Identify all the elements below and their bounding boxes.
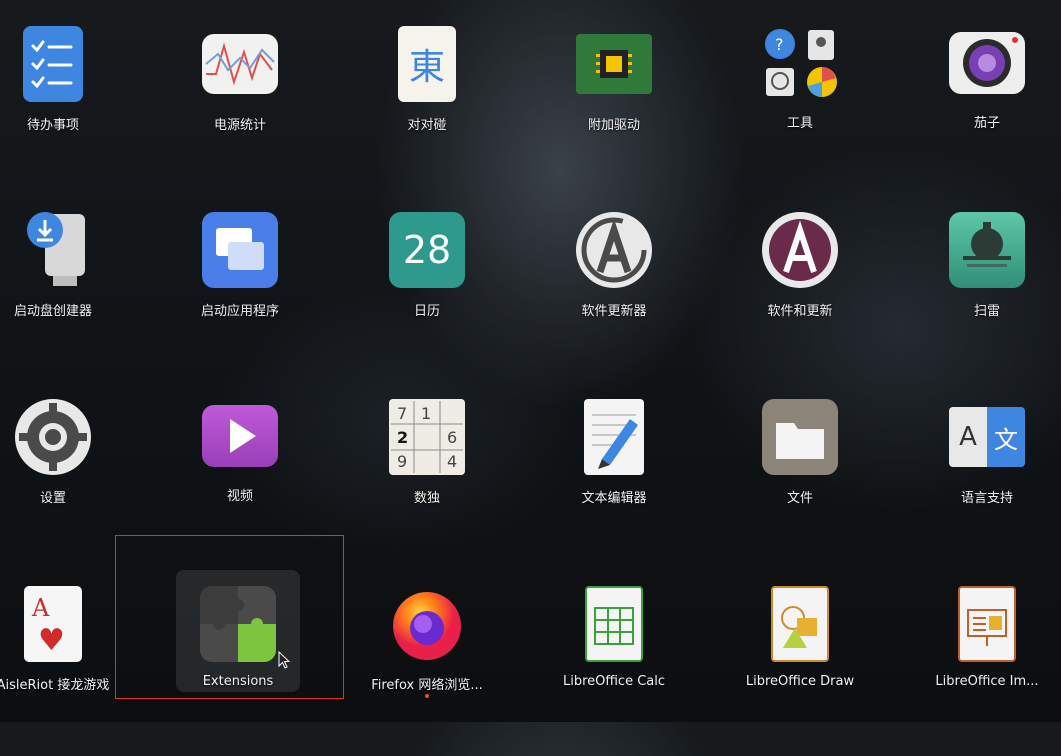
usb-drive-icon [15, 212, 91, 288]
svg-text:1: 1 [421, 404, 431, 423]
software-updates-icon [762, 212, 838, 288]
app-label: 扫雷 [973, 304, 1000, 319]
sudoku-grid-icon: 71 2 6 9 4 [389, 399, 465, 475]
app-label: 启动应用程序 [200, 304, 279, 319]
app-aisleriot[interactable]: A ♥ AisleRiot 接龙游戏 [0, 586, 128, 756]
app-label: 茄子 [973, 116, 1000, 131]
app-label: 软件更新器 [581, 304, 647, 319]
app-label: 待办事项 [26, 118, 79, 133]
app-startup-disk-creator[interactable]: 启动盘创建器 [0, 212, 128, 382]
app-software-updater[interactable]: 软件更新器 [539, 212, 689, 382]
svg-text:9: 9 [397, 452, 407, 471]
svg-text:6: 6 [447, 428, 457, 447]
app-utilities[interactable]: ? 工具 [725, 26, 875, 196]
utilities-folder-icon: ? [762, 26, 838, 102]
app-cheese[interactable]: 茄子 [912, 26, 1061, 196]
app-label: LibreOffice Im... [935, 674, 1039, 689]
app-mahjong[interactable]: 東 对对碰 [352, 26, 502, 196]
folder-icon [762, 399, 838, 475]
annotation-highlight-box [115, 535, 344, 699]
app-label: 工具 [786, 116, 813, 131]
app-label: 电源统计 [213, 118, 266, 133]
svg-text:4: 4 [447, 452, 457, 471]
app-libreoffice-impress[interactable]: LibreOffice Im... [912, 586, 1061, 756]
app-settings[interactable]: 设置 [0, 399, 128, 569]
impress-presentation-icon [958, 586, 1016, 662]
gear-icon [15, 399, 91, 475]
app-startup-applications[interactable]: 启动应用程序 [165, 212, 315, 382]
firefox-icon [389, 586, 465, 662]
video-play-icon [202, 405, 278, 467]
chip-icon [576, 34, 652, 94]
app-calendar[interactable]: 28 日历 [352, 212, 502, 382]
app-label: 文件 [786, 491, 813, 506]
app-firefox[interactable]: Firefox 网络浏览... [352, 586, 502, 756]
calendar-icon: 28 [389, 212, 465, 288]
todo-icon [23, 26, 83, 102]
startup-apps-icon [202, 212, 278, 288]
app-todo[interactable]: 待办事项 [0, 26, 128, 196]
draw-icon [771, 586, 829, 662]
software-updater-icon [576, 212, 652, 288]
playing-card-icon: A ♥ [24, 586, 82, 662]
app-additional-drivers[interactable]: 附加驱动 [539, 26, 689, 196]
mouse-pointer-icon [278, 651, 290, 669]
webcam-icon [949, 32, 1025, 94]
app-label: Firefox 网络浏览... [371, 678, 483, 693]
app-power-stats[interactable]: 电源统计 [165, 26, 315, 196]
app-label: 附加驱动 [587, 118, 640, 133]
mine-icon [949, 212, 1025, 288]
app-text-editor[interactable]: 文本编辑器 [539, 399, 689, 569]
svg-text:♥: ♥ [38, 623, 65, 658]
app-libreoffice-draw[interactable]: LibreOffice Draw [725, 586, 875, 756]
svg-text:2: 2 [397, 428, 408, 447]
app-mines[interactable]: 扫雷 [912, 212, 1061, 382]
app-label: 数独 [413, 491, 440, 506]
language-icon: A 文 [949, 407, 1025, 467]
app-label: 启动盘创建器 [13, 304, 92, 319]
app-label: 对对碰 [407, 118, 447, 133]
app-label: 语言支持 [960, 491, 1013, 506]
app-grid: 待办事项 电源统计 東 对对碰 附加驱动 ? 工具 茄子 启动盘创建器 启动应用… [0, 0, 1061, 722]
app-libreoffice-calc[interactable]: LibreOffice Calc [539, 586, 689, 756]
app-label: LibreOffice Draw [745, 674, 855, 689]
app-sudoku[interactable]: 71 2 6 9 4 数独 [352, 399, 502, 569]
mahjong-tile-icon: 東 [398, 26, 456, 102]
app-label: 软件和更新 [767, 304, 833, 319]
running-indicator [425, 694, 429, 698]
app-label: 视频 [226, 489, 253, 504]
text-editor-icon [584, 399, 644, 475]
app-language-support[interactable]: A 文 语言支持 [912, 399, 1061, 569]
app-label: 日历 [413, 304, 440, 319]
calc-spreadsheet-icon [585, 586, 643, 662]
app-software-updates[interactable]: 软件和更新 [725, 212, 875, 382]
svg-text:7: 7 [397, 404, 407, 423]
app-label: 文本编辑器 [581, 491, 647, 506]
svg-text:?: ? [775, 35, 784, 54]
svg-text:A: A [31, 594, 50, 622]
app-label: LibreOffice Calc [562, 674, 666, 689]
app-label: 设置 [39, 491, 66, 506]
app-label: AisleRiot 接龙游戏 [0, 678, 110, 693]
power-stats-icon [202, 34, 278, 94]
app-files[interactable]: 文件 [725, 399, 875, 569]
